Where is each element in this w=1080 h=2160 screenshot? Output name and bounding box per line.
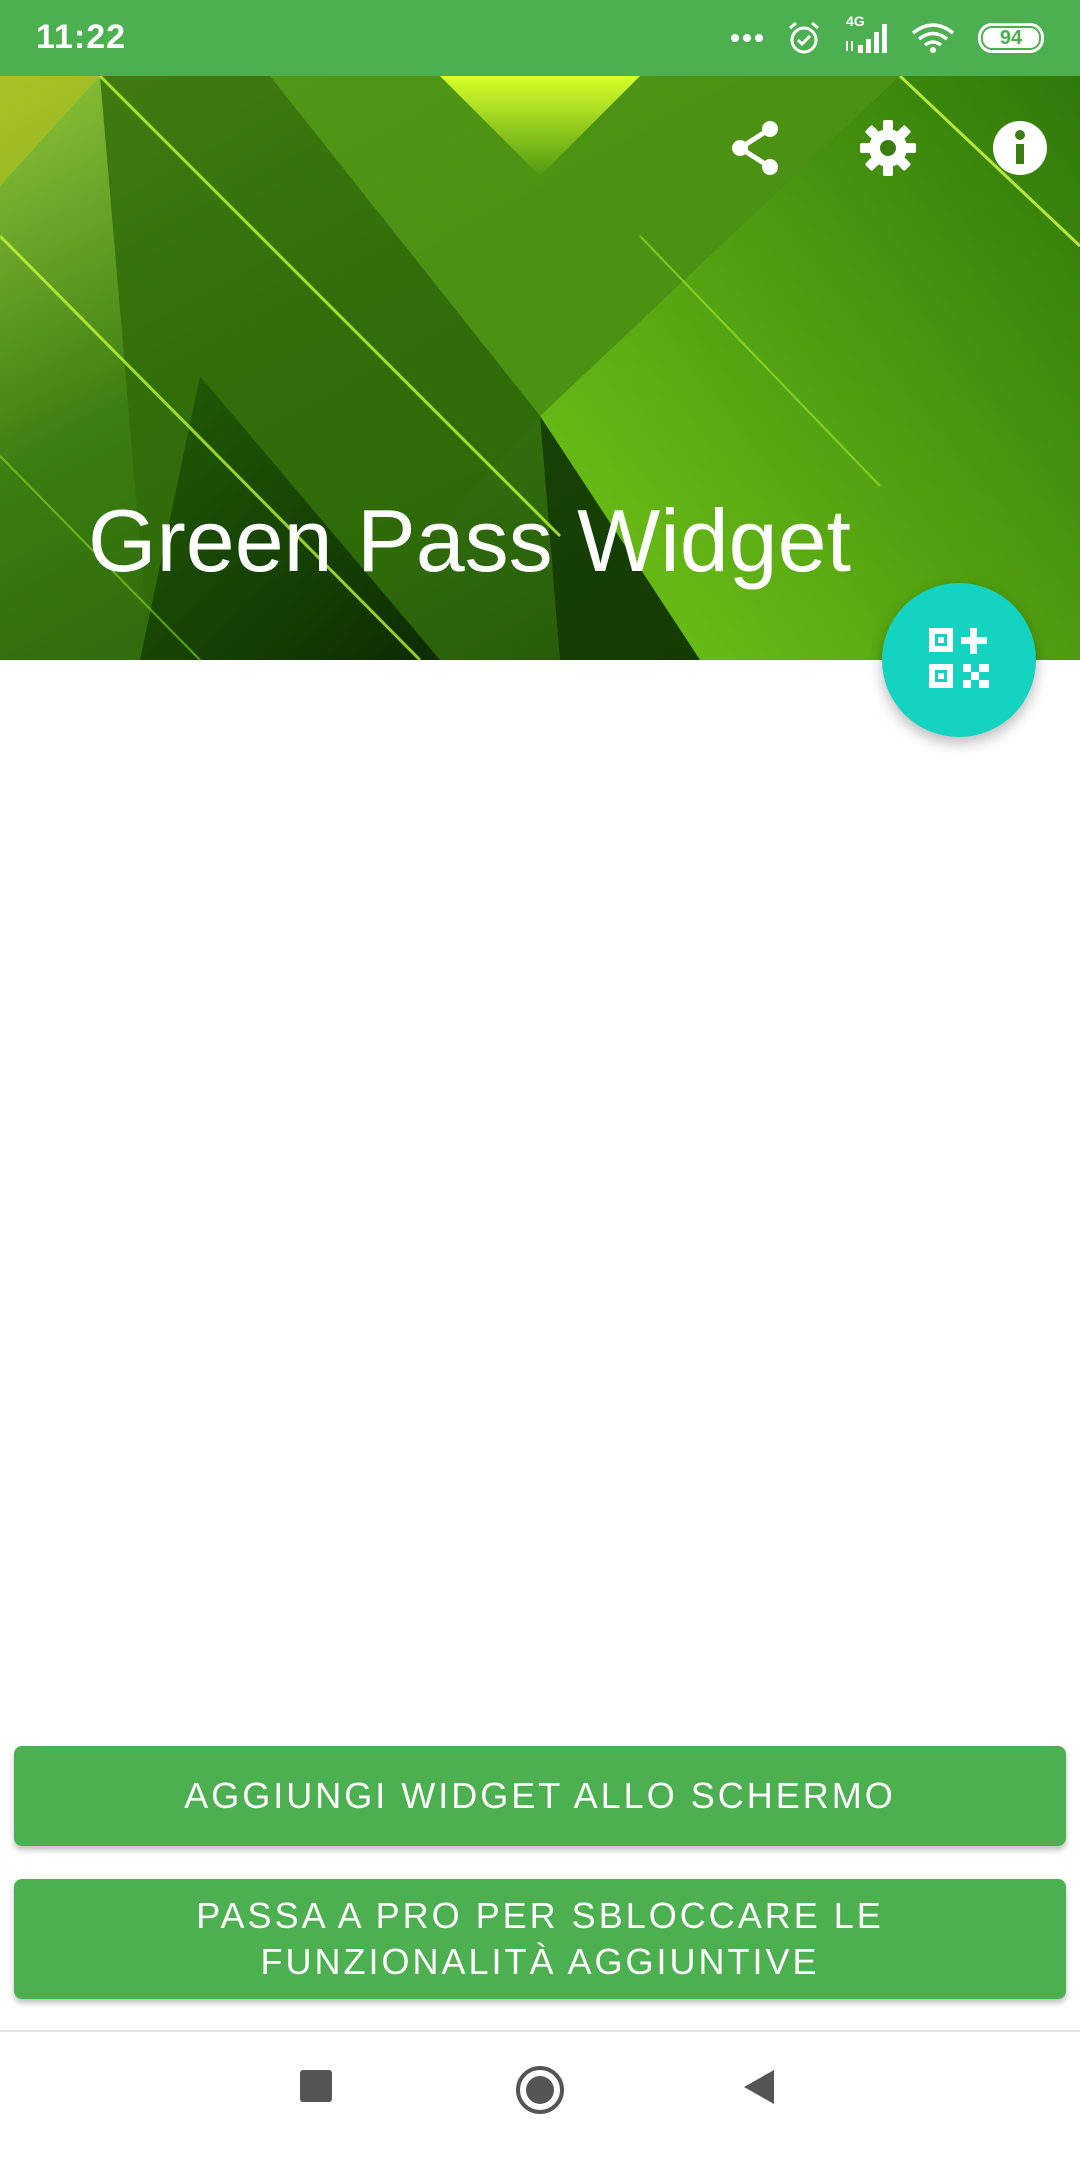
recents-icon (298, 2070, 334, 2108)
header-actions (726, 119, 1050, 182)
upgrade-pro-label: PASSA A PRO PER SBLOCCARE LE FUNZIONALIT… (196, 1893, 884, 1985)
network-type: 4G (846, 13, 865, 29)
home-icon (514, 2066, 566, 2120)
app-header: Green Pass Widget (0, 76, 1080, 660)
settings-button[interactable] (858, 119, 918, 182)
navigation-bar (0, 2032, 1080, 2160)
battery-icon: 94 (978, 23, 1044, 53)
info-icon (992, 120, 1048, 181)
info-button[interactable] (990, 120, 1050, 180)
battery-level: 94 (999, 26, 1023, 49)
signal-icon: 4G (844, 13, 888, 55)
status-icons: 4G 94 (730, 13, 1044, 60)
dots-icon (730, 33, 764, 43)
home-button[interactable] (514, 2064, 566, 2121)
upgrade-pro-line2: FUNZIONALITÀ AGGIUNTIVE (260, 1941, 820, 1982)
status-time: 11:22 (36, 18, 127, 56)
wifi-icon (910, 21, 956, 55)
recents-button[interactable] (298, 2068, 334, 2109)
status-bar: 11:22 4G 94 (0, 0, 1080, 76)
back-button[interactable] (742, 2068, 776, 2111)
main-content (0, 660, 1080, 1660)
add-widget-label: AGGIUNGI WIDGET ALLO SCHERMO (184, 1775, 896, 1816)
share-button[interactable] (726, 120, 786, 180)
app-title: Green Pass Widget (88, 491, 851, 590)
add-widget-button[interactable]: AGGIUNGI WIDGET ALLO SCHERMO (14, 1746, 1066, 1846)
back-icon (742, 2070, 776, 2110)
settings-icon (859, 119, 917, 182)
share-icon (728, 119, 784, 182)
upgrade-pro-button[interactable]: PASSA A PRO PER SBLOCCARE LE FUNZIONALIT… (14, 1879, 1066, 1999)
alarm-icon (786, 20, 822, 56)
upgrade-pro-line1: PASSA A PRO PER SBLOCCARE LE (196, 1895, 884, 1936)
